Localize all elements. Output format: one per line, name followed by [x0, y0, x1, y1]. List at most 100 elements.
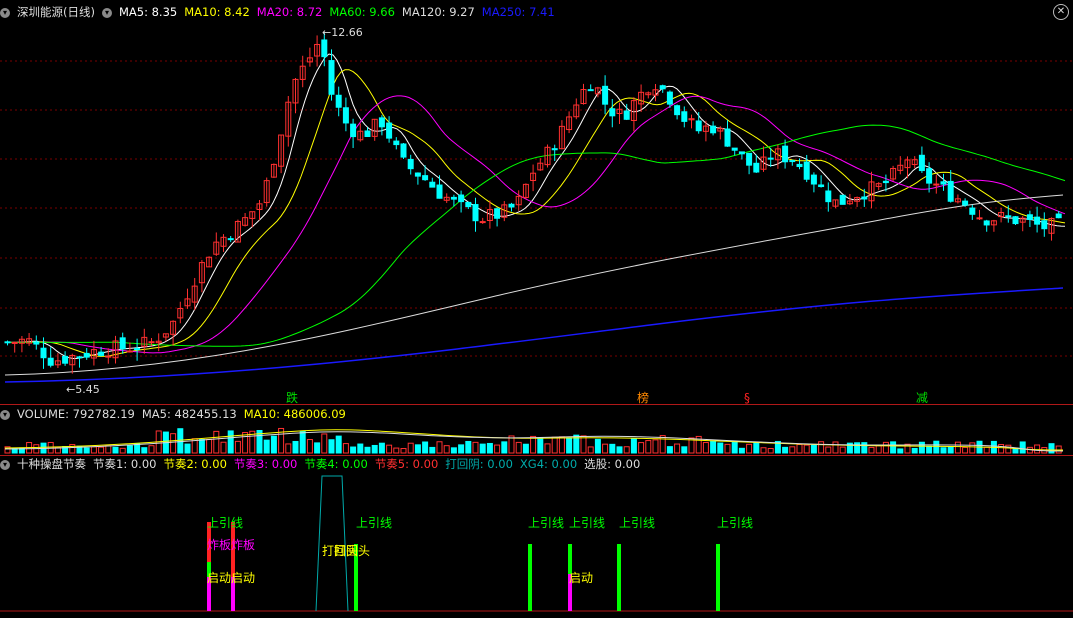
volume-bar [998, 444, 1005, 454]
kline-chart[interactable]: 上引线 上引线 上引线 上引线 上引线 上引线炸板 炸板启动 启动 启动打回头打回头 ←12.6… [0, 0, 1073, 618]
volume-bar [753, 442, 760, 454]
candle [119, 337, 126, 350]
up-line-label: 上引线 [717, 516, 753, 530]
candle [983, 220, 990, 226]
ma5-line [5, 53, 1066, 359]
candle [508, 203, 515, 208]
candle [450, 196, 457, 200]
volume-bar [242, 432, 249, 454]
candle [148, 341, 155, 344]
up-line-label: 上引线 [528, 516, 564, 530]
candle [602, 85, 609, 105]
volume-bar [638, 442, 645, 454]
candle [962, 200, 969, 206]
volume-bar [213, 430, 220, 454]
volume-bar [357, 443, 364, 454]
candle [429, 181, 436, 188]
volume-bar [364, 446, 371, 454]
volume-bar [918, 441, 925, 454]
volume-bar [666, 446, 673, 454]
dahuitou-label: 打回头 [334, 544, 370, 558]
volume-bar [350, 446, 357, 454]
volume-bar [587, 446, 594, 454]
volume-bar [206, 438, 213, 454]
volume-bar [494, 444, 501, 454]
volume-bar [378, 442, 385, 454]
volume-bar [825, 446, 832, 454]
candle [47, 357, 54, 366]
volume-bar [839, 446, 846, 454]
candle [789, 160, 796, 163]
volume-bar [112, 446, 119, 454]
candle [33, 341, 40, 345]
candle [681, 111, 688, 122]
up-line-label: 上引线 [356, 516, 392, 530]
candle [825, 190, 832, 203]
volume-bar [263, 439, 270, 454]
candle [1055, 213, 1062, 219]
volume-bar [580, 435, 587, 454]
candle [810, 174, 817, 185]
volume-bar [342, 443, 349, 454]
volume-bar [746, 443, 753, 454]
candle [335, 94, 342, 108]
candle [695, 120, 702, 132]
volume-bar [486, 442, 493, 454]
candle [767, 157, 774, 160]
candle [494, 208, 501, 219]
candle [414, 172, 421, 177]
volume-bar [522, 443, 529, 454]
volume-bar [674, 443, 681, 454]
volume-bar [738, 447, 745, 454]
candle [227, 238, 234, 241]
signal-marker: 榜 [637, 390, 649, 405]
volume-bar [220, 441, 227, 454]
candle [458, 194, 465, 203]
candle [710, 125, 717, 134]
volume-bar [184, 443, 191, 454]
candle [976, 217, 983, 220]
candle [422, 175, 429, 181]
candle [753, 162, 760, 173]
volume-bar [717, 442, 724, 454]
candle [724, 128, 731, 147]
candle [818, 184, 825, 188]
volume-bar [83, 447, 90, 454]
volume-bar [270, 435, 277, 454]
volume-bar [126, 445, 133, 454]
candle [796, 163, 803, 168]
candle [134, 348, 141, 351]
candle [472, 204, 479, 222]
volume-bar [594, 438, 601, 454]
volume-bar [882, 441, 889, 454]
candle [40, 347, 47, 359]
volume-bar [335, 435, 342, 454]
candle [782, 145, 789, 163]
candle [76, 356, 83, 359]
candle [940, 181, 947, 185]
candle [364, 130, 371, 138]
candle [1026, 214, 1033, 220]
volume-bar [969, 442, 976, 454]
candle [126, 350, 133, 353]
volume-bar [947, 445, 954, 454]
ma60-line [5, 124, 1066, 347]
volume-bar [321, 433, 328, 454]
volume-bar [436, 441, 443, 454]
volume-bar [810, 444, 817, 454]
volume-bar [422, 441, 429, 454]
volume-bar [659, 435, 666, 454]
volume-bar [90, 446, 97, 454]
volume-bar [292, 440, 299, 454]
candle [378, 117, 385, 128]
volume-bar [119, 447, 126, 454]
volume-bar [803, 444, 810, 454]
volume-bar [868, 446, 875, 454]
up-line-label: 上引线 [569, 516, 605, 530]
qidong-label: 启动 [569, 571, 593, 585]
volume-bar [134, 443, 141, 454]
volume-bar [767, 447, 774, 454]
up-bar [716, 544, 720, 611]
up-bar [528, 544, 532, 611]
candle [882, 180, 889, 184]
